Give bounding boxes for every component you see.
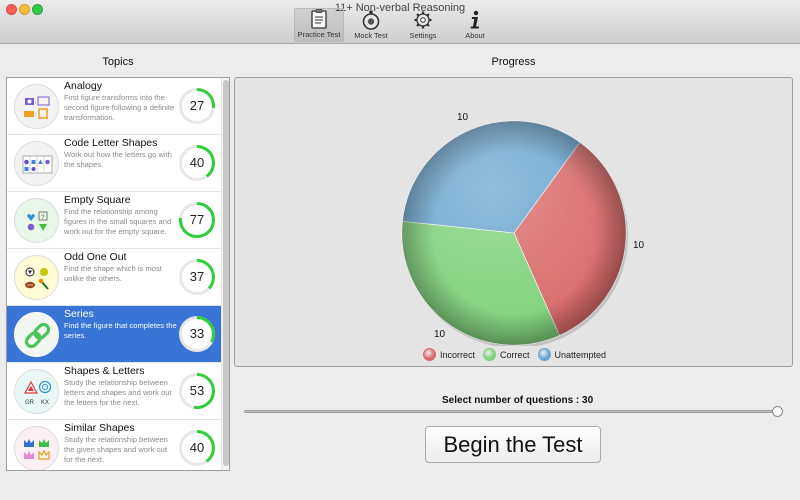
gear-icon [414, 11, 432, 29]
pie-slice-label: 10 [457, 112, 469, 123]
score-ring: 77 [179, 202, 215, 238]
analogy-icon: : : [14, 84, 59, 129]
topic-name: Shapes & Letters [64, 365, 145, 377]
svg-text::: : [35, 100, 36, 106]
pie-slice-label: 10 [434, 329, 446, 340]
title-bar: 11+ Non-verbal Reasoning Practice Test M… [0, 0, 800, 44]
topic-item-empty-square[interactable]: ? Empty Square Find the relationship amo… [7, 192, 221, 249]
topic-description: Study the relationship between letters a… [64, 378, 172, 407]
score-value: 53 [189, 383, 205, 398]
shape-letter-code: KX [41, 400, 49, 406]
topic-name: Empty Square [64, 194, 131, 206]
legend-swatch [482, 348, 496, 361]
toolbar-label: About [465, 31, 485, 40]
topic-item-analogy[interactable]: : : Analogy First figure transforms into… [7, 78, 221, 135]
code-letter-shapes-icon [14, 141, 59, 186]
svg-text::: : [35, 112, 36, 118]
info-icon [470, 10, 479, 29]
score-value: 27 [189, 98, 205, 113]
topic-name: Series [64, 308, 94, 320]
topic-item-similar-shapes[interactable]: Similar Shapes Study the relationship be… [7, 420, 221, 470]
topic-description: Study the relationship between the given… [64, 435, 168, 464]
legend-label: Unattempted [554, 349, 607, 360]
topic-item-code-letter-shapes[interactable]: Code Letter Shapes Work out how the lett… [7, 135, 221, 192]
score-ring: 40 [179, 430, 215, 466]
topic-item-odd-one-out[interactable]: Odd One Out Find the shape which is most… [7, 249, 221, 306]
odd-one-out-icon [14, 255, 59, 300]
question-count-label: Select number of questions : 30 [442, 395, 594, 406]
legend-item-unattempted: Unattempted [537, 348, 607, 361]
legend-swatch [537, 348, 551, 361]
topic-name: Similar Shapes [64, 422, 135, 434]
legend-item-correct: Correct [482, 348, 530, 361]
topics-scrollbar[interactable] [221, 78, 229, 470]
topic-description: First figure transforms into the second … [64, 93, 175, 122]
chain-link-icon [14, 312, 59, 357]
chart-legend: Incorrect Correct Unattempted [235, 348, 794, 361]
clipboard-icon [311, 9, 327, 29]
score-ring: 27 [179, 88, 215, 124]
score-value: 40 [189, 155, 205, 170]
topic-description: Work out how the letters go with the sha… [64, 150, 172, 169]
toolbar-label: Practice Test [297, 30, 341, 39]
topic-item-series[interactable]: Series Find the figure that completes th… [7, 306, 221, 363]
legend-label: Correct [499, 349, 530, 360]
pie-slice-label: 10 [633, 240, 645, 251]
toolbar-mock-test[interactable]: Mock Test [346, 8, 396, 42]
score-ring: 33 [179, 316, 215, 352]
legend-item-incorrect: Incorrect [422, 348, 475, 361]
progress-panel: 10 10 10 Incorrect Correct Unattempted [234, 77, 793, 367]
crowns-icon [14, 426, 59, 470]
progress-heading: Progress [491, 56, 536, 68]
topic-item-shapes-letters[interactable]: GR KX Shapes & Letters Study the relatio… [7, 363, 221, 420]
topic-name: Analogy [64, 80, 102, 92]
toolbar-label: Mock Test [354, 31, 388, 40]
progress-pie-chart [401, 120, 628, 346]
topic-name: Odd One Out [64, 251, 127, 263]
score-ring: 53 [179, 373, 215, 409]
toolbar-practice-test[interactable]: Practice Test [294, 8, 344, 42]
score-value: 33 [189, 326, 205, 341]
topics-list: : : Analogy First figure transforms into… [6, 77, 230, 471]
toolbar: Practice Test Mock Test Settings About [294, 8, 502, 42]
shape-letter-code: GR [25, 400, 35, 406]
topics-heading: Topics [102, 56, 134, 68]
legend-swatch [422, 348, 436, 361]
shapes-letters-icon: GR KX [14, 369, 59, 414]
svg-text:?: ? [41, 214, 45, 221]
empty-square-icon: ? [14, 198, 59, 243]
score-ring: 37 [179, 259, 215, 295]
score-value: 40 [189, 440, 205, 455]
begin-test-button[interactable]: Begin the Test [425, 426, 601, 463]
score-value: 37 [189, 269, 205, 284]
score-ring: 40 [179, 145, 215, 181]
stopwatch-icon [362, 10, 380, 30]
topic-description: Find the relationship among figures in t… [64, 207, 172, 236]
scrollbar-thumb[interactable] [223, 80, 229, 466]
topic-description: Find the shape which is most unlike the … [64, 264, 162, 283]
legend-label: Incorrect [439, 349, 475, 360]
score-value: 77 [189, 212, 205, 227]
topic-name: Code Letter Shapes [64, 137, 158, 149]
slider-thumb[interactable] [772, 406, 783, 417]
toolbar-about[interactable]: About [450, 8, 500, 42]
pie-gloss [402, 121, 626, 345]
topic-description: Find the figure that completes the serie… [64, 321, 177, 340]
toolbar-settings[interactable]: Settings [398, 8, 448, 42]
question-count-slider[interactable] [244, 410, 780, 413]
toolbar-label: Settings [409, 31, 437, 40]
